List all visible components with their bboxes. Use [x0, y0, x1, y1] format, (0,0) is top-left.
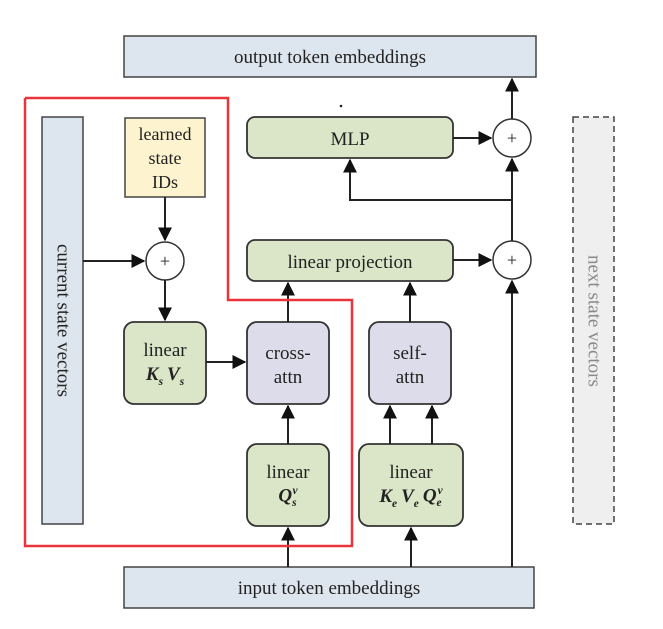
plus-icon: +: [507, 128, 517, 148]
cross-attn-line2: attn: [274, 367, 303, 388]
linear-ks-vs-box: [123, 321, 207, 405]
mlp-label: MLP: [330, 129, 369, 150]
learned-state-ids-line2: state: [149, 148, 182, 168]
cross-attn-line1: cross-: [265, 343, 310, 364]
arrow-branch-to-mlp: [343, 158, 512, 201]
add-node-mlp: +: [492, 118, 532, 158]
input-token-embeddings-label: input token embeddings: [238, 578, 421, 599]
linear-ke-ve-qe-label: linear: [389, 462, 433, 483]
plus-icon: +: [160, 251, 170, 271]
architecture-diagram: output token embeddings input token embe…: [23, 35, 615, 609]
linear-qs-box: [246, 443, 330, 527]
learned-state-ids-line3: IDs: [152, 172, 178, 192]
add-node-projection: +: [492, 240, 532, 280]
linear-ks-vs-label: linear: [143, 340, 187, 361]
next-state-vectors-box: [572, 116, 615, 525]
linear-ke-ve-qe-box: [358, 443, 464, 527]
dot-mark: [339, 104, 343, 108]
self-attn-line1: self-: [393, 343, 427, 364]
output-token-embeddings-label: output token embeddings: [234, 47, 426, 68]
add-node-state: +: [145, 241, 185, 281]
learned-state-ids-line1: learned: [139, 124, 192, 144]
linear-qs-label: linear: [266, 462, 310, 483]
plus-icon: +: [507, 250, 517, 270]
self-attn-line2: attn: [396, 367, 425, 388]
current-state-vectors-box: [41, 116, 84, 525]
linear-projection-label: linear projection: [287, 252, 413, 273]
